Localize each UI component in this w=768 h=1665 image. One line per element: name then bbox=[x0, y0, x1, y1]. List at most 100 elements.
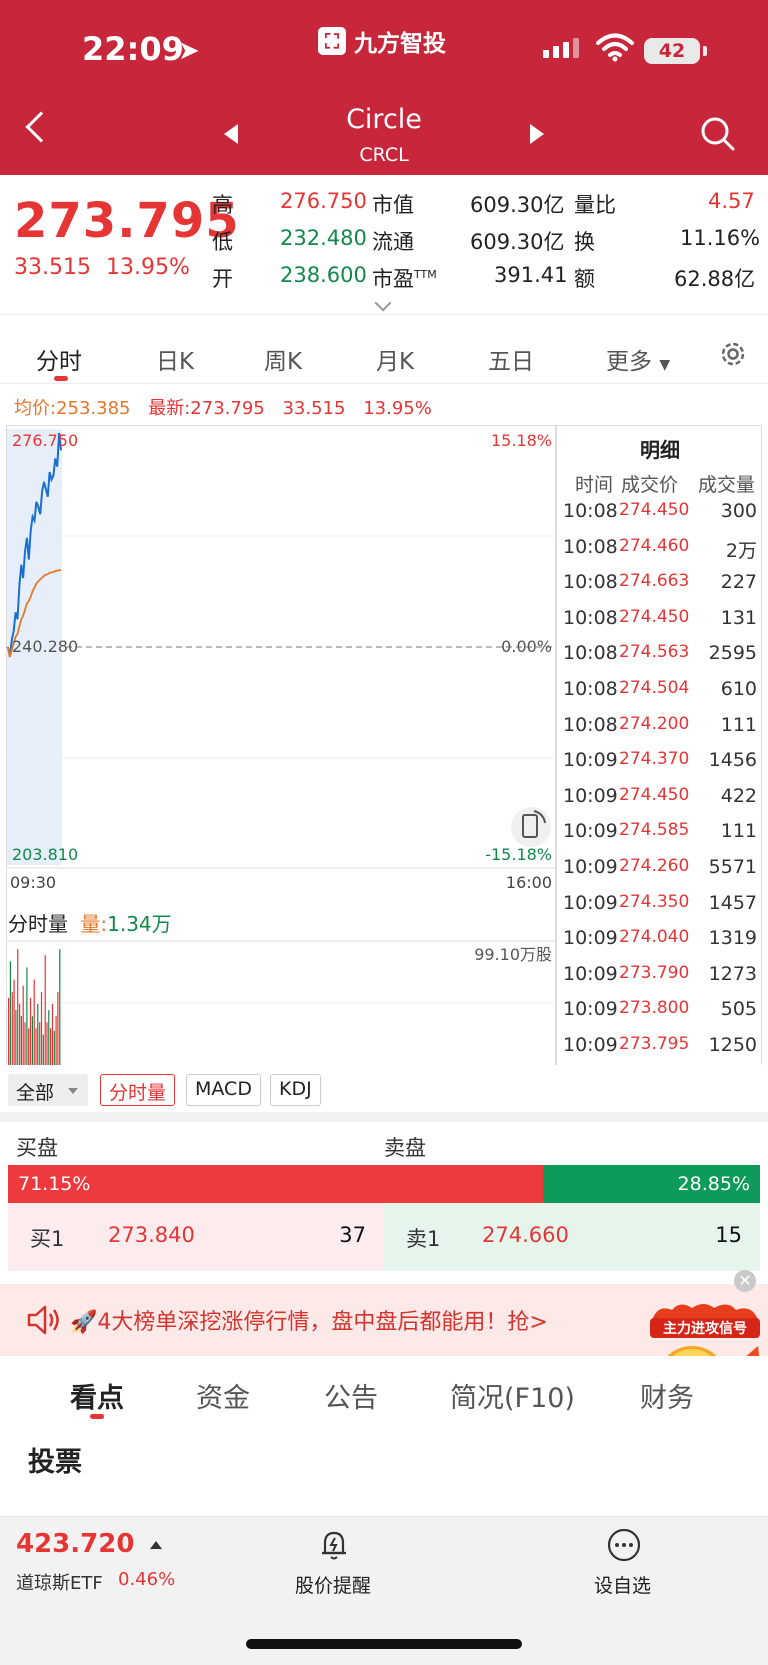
volume-bar bbox=[20, 1016, 22, 1065]
volume-bar bbox=[8, 997, 10, 1065]
trade-time: 10:08 bbox=[563, 571, 618, 594]
tab-monthly-k[interactable]: 月K bbox=[376, 342, 414, 376]
trade-price: 274.450 bbox=[619, 500, 690, 520]
volume-ratio-value: 4.57 bbox=[708, 189, 755, 213]
detail-title: 明细 bbox=[640, 438, 680, 462]
home-indicator bbox=[246, 1639, 522, 1649]
volume-bar bbox=[37, 1004, 39, 1065]
gear-icon[interactable] bbox=[718, 339, 748, 369]
trade-price: 274.040 bbox=[619, 927, 690, 948]
trade-time: 10:09 bbox=[563, 820, 618, 843]
indicator-filter-select[interactable]: 全部 bbox=[8, 1074, 88, 1106]
bid1-price: 273.840 bbox=[108, 1223, 195, 1247]
trade-price: 274.663 bbox=[619, 571, 690, 592]
tab-financials[interactable]: 财务 bbox=[640, 1376, 694, 1415]
add-watchlist-label[interactable]: 设自选 bbox=[594, 1571, 651, 1598]
pe-value: 391.41 bbox=[494, 263, 568, 287]
latest-change: 33.515 bbox=[282, 398, 346, 419]
tab-weekly-k[interactable]: 周K bbox=[264, 342, 302, 376]
indicator-volume[interactable]: 分时量 bbox=[100, 1074, 176, 1106]
trade-time: 10:09 bbox=[563, 784, 618, 807]
trade-time: 10:08 bbox=[563, 535, 618, 558]
more-dots-icon[interactable] bbox=[606, 1527, 642, 1563]
trade-price: 273.795 bbox=[619, 1034, 690, 1054]
buy-side-label: 买盘 bbox=[16, 1136, 58, 1160]
speaker-icon bbox=[27, 1305, 59, 1335]
trade-volume: 5571 bbox=[708, 856, 757, 878]
pct-bot-label: -15.18% bbox=[485, 845, 552, 864]
brand: ⛶ 九方智投 bbox=[318, 24, 446, 58]
tab-more[interactable]: 更多 ▼ bbox=[606, 342, 670, 376]
trade-detail-panel[interactable]: 明细 时间 成交价 成交量 10:08 274.450 300 10:08 274.46… bbox=[556, 425, 762, 1065]
etf-price[interactable]: 423.720 bbox=[16, 1529, 134, 1559]
price-alert-icon[interactable] bbox=[316, 1527, 352, 1563]
trade-time: 10:08 bbox=[563, 642, 618, 665]
volume-bar bbox=[31, 1016, 33, 1065]
close-icon[interactable]: ✕ bbox=[734, 1270, 756, 1292]
detail-header-time: 时间 bbox=[575, 474, 614, 496]
bid1-label: 买1 bbox=[30, 1227, 65, 1251]
app-header: 22:09 ➤ ⛶ 九方智投 42 Circle CRCL bbox=[0, 0, 768, 175]
tab-highlights[interactable]: 看点 bbox=[70, 1376, 124, 1415]
etf-name[interactable]: 道琼斯ETF bbox=[16, 1569, 103, 1595]
trade-row: 10:09 274.040 1319 bbox=[557, 921, 763, 957]
trade-price: 274.504 bbox=[619, 678, 690, 698]
trade-row: 10:09 274.370 1456 bbox=[557, 743, 763, 779]
expand-quote-icon[interactable] bbox=[374, 294, 392, 312]
section-divider bbox=[0, 1112, 768, 1122]
dropdown-icon: ▼ bbox=[659, 357, 671, 373]
trade-time: 10:09 bbox=[563, 998, 618, 1021]
volume-bar bbox=[17, 949, 19, 1065]
ask1-volume: 15 bbox=[715, 1223, 742, 1247]
volume-bar bbox=[28, 1028, 30, 1065]
pct-mid-label: 0.00% bbox=[501, 637, 552, 656]
brand-logo-icon: ⛶ bbox=[318, 27, 346, 55]
volume-bar bbox=[59, 949, 61, 1065]
volume-bar bbox=[19, 1004, 21, 1065]
quote-panel[interactable]: 273.795 33.515 13.95% 高 276.750 低 232.48… bbox=[0, 175, 768, 315]
trade-volume: 422 bbox=[720, 784, 757, 807]
pe-label: 市盈TTM bbox=[372, 263, 437, 293]
stock-code: CRCL bbox=[359, 144, 409, 166]
intraday-chart[interactable]: 276.750 240.280 203.810 15.18% 0.00% -15… bbox=[6, 425, 556, 1065]
buy-ratio-bar: 71.15% bbox=[8, 1165, 543, 1203]
vote-section-title: 投票 bbox=[28, 1447, 82, 1478]
volume-bar bbox=[39, 1022, 41, 1065]
search-icon[interactable] bbox=[700, 116, 736, 152]
sell-pct: 28.85% bbox=[677, 1173, 750, 1195]
volume-bar bbox=[51, 1004, 54, 1065]
indicator-kdj[interactable]: KDJ bbox=[270, 1074, 321, 1106]
pe-label-sup: TTM bbox=[414, 268, 437, 281]
prev-stock-icon[interactable] bbox=[224, 124, 238, 144]
volume-bar bbox=[15, 1010, 17, 1065]
volume-bar bbox=[26, 967, 28, 1065]
float-label: 流通 bbox=[372, 230, 414, 254]
promo-badge-text: 主力进攻信号 bbox=[663, 1320, 747, 1337]
tab-capital[interactable]: 资金 bbox=[196, 1376, 250, 1415]
tab-more-label: 更多 bbox=[606, 349, 652, 375]
volume-bar bbox=[42, 1034, 44, 1065]
trade-row: 10:09 274.585 111 bbox=[557, 814, 763, 850]
rotate-screen-icon[interactable] bbox=[511, 807, 551, 847]
chart-tabs: 分时 日K 周K 月K 五日 更多 ▼ bbox=[0, 320, 768, 384]
high-value: 276.750 bbox=[280, 189, 367, 213]
trade-time: 10:09 bbox=[563, 1034, 618, 1056]
trade-price: 274.585 bbox=[619, 820, 690, 841]
trade-volume: 111 bbox=[720, 713, 757, 736]
price-alert-label[interactable]: 股价提醒 bbox=[295, 1571, 371, 1598]
trade-row: 10:09 274.260 5571 bbox=[557, 850, 763, 886]
news-tab-indicator bbox=[90, 1414, 104, 1419]
tab-five-day[interactable]: 五日 bbox=[488, 342, 534, 376]
next-stock-icon[interactable] bbox=[530, 124, 544, 144]
volume-label-bar: 分时量 量:1.34万 bbox=[8, 908, 172, 937]
tab-profile-f10[interactable]: 简况(F10) bbox=[450, 1376, 575, 1415]
ask1-label: 卖1 bbox=[406, 1227, 441, 1251]
wifi-icon bbox=[596, 33, 634, 62]
tab-intraday[interactable]: 分时 bbox=[36, 342, 82, 376]
back-icon[interactable] bbox=[25, 111, 57, 143]
volume-max-label: 99.10万股 bbox=[474, 945, 552, 964]
tab-daily-k[interactable]: 日K bbox=[156, 342, 194, 376]
tab-announcements[interactable]: 公告 bbox=[324, 1376, 378, 1415]
trade-price: 273.790 bbox=[619, 962, 690, 983]
indicator-macd[interactable]: MACD bbox=[186, 1074, 261, 1106]
